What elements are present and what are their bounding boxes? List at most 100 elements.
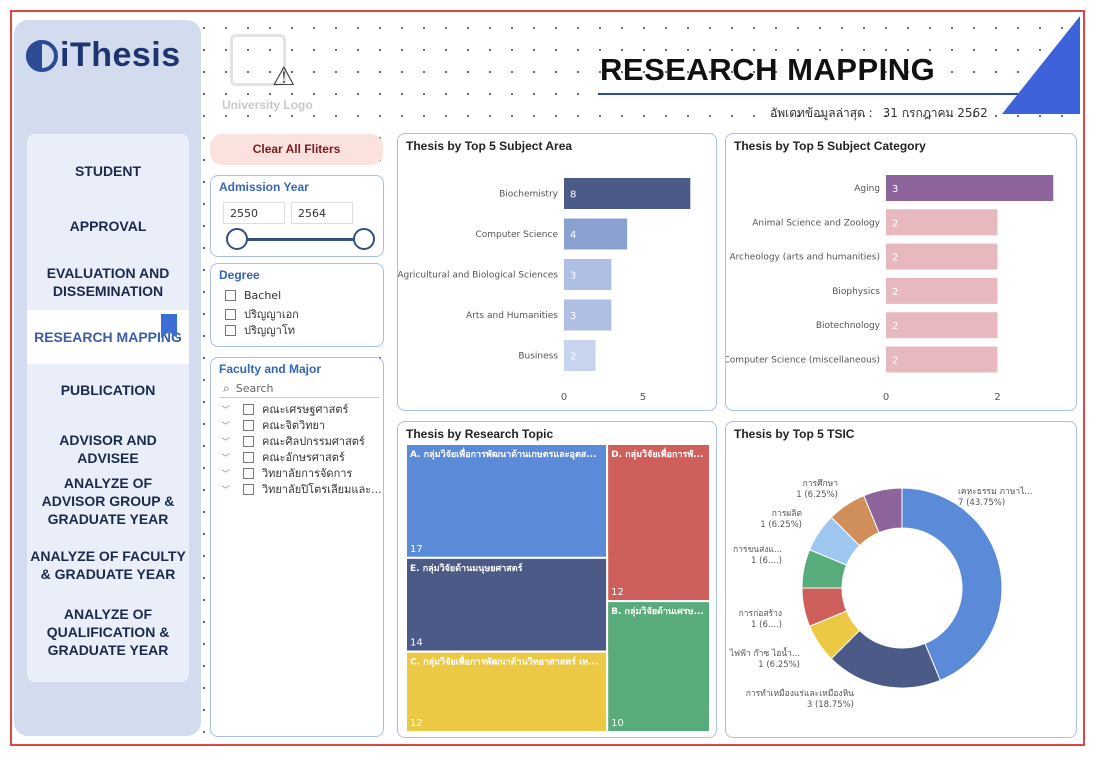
data-label: 3 bbox=[570, 271, 576, 282]
category-label: Computer Science (miscellaneous) bbox=[726, 356, 880, 366]
nav-item-research-mapping[interactable]: RESEARCH MAPPING bbox=[27, 310, 189, 364]
subject-area-svg: Biochemistry 8 Computer Science 4 Agricultur… bbox=[398, 178, 691, 403]
year-from-input[interactable]: 2550 bbox=[223, 202, 285, 224]
update-label: อัพเดทข้อมูลล่าสุด : bbox=[770, 106, 873, 120]
category-label: Computer Science bbox=[476, 230, 559, 240]
tick-label: 0 bbox=[561, 392, 567, 403]
treemap-value: 17 bbox=[410, 544, 423, 555]
subject-category-svg: Aging 3 Animal Science and Zoology 2 Archeol… bbox=[726, 175, 1054, 403]
chevron-down-icon[interactable]: ﹀ bbox=[221, 419, 235, 432]
faculty-title: Faculty and Major bbox=[219, 362, 322, 376]
checkbox[interactable] bbox=[243, 435, 254, 447]
category-label: Business bbox=[518, 352, 558, 362]
category-label: Aging bbox=[854, 184, 880, 194]
data-label: 2 bbox=[892, 321, 898, 332]
slice-value: 1 (6.25%) bbox=[796, 490, 838, 500]
degree-filter: Degree Bachel ปริญญาเอก ปริญญาโท bbox=[210, 263, 384, 347]
warning-icon: ⚠ bbox=[272, 62, 296, 92]
checkbox[interactable] bbox=[243, 403, 254, 415]
treemap-value: 14 bbox=[410, 638, 423, 649]
checkbox[interactable] bbox=[243, 419, 254, 431]
treemap-label: E. กลุ่มวิจัยด้านมนุษยศาสตร์ bbox=[410, 562, 523, 574]
degree-option[interactable]: ปริญญาโท bbox=[225, 321, 295, 339]
degree-option-label: ปริญญาโท bbox=[244, 324, 295, 337]
category-label: Agricultural and Biological Sciences bbox=[398, 271, 558, 281]
subject-category-chart: Thesis by Top 5 Subject Category Aging 3 A… bbox=[725, 133, 1077, 411]
update-info: อัพเดทข้อมูลล่าสุด : 31 กรกฎาคม 2562 bbox=[770, 104, 988, 123]
nav-item-student[interactable]: STUDENT bbox=[27, 162, 189, 180]
bar bbox=[564, 340, 596, 371]
bar bbox=[886, 312, 998, 339]
faculty-search-input[interactable]: ⌕ Search bbox=[219, 380, 379, 398]
year-slider-end-handle[interactable] bbox=[353, 228, 375, 250]
nav-item-analyze-advisor[interactable]: ANALYZE OF ADVISOR GROUP & GRADUATE YEAR bbox=[27, 474, 189, 528]
bar bbox=[886, 277, 998, 304]
faculty-item[interactable]: ﹀ วิทยาลัยปิโตรเลียมและ... bbox=[221, 480, 382, 498]
chevron-down-icon[interactable]: ﹀ bbox=[221, 483, 235, 496]
title-underline bbox=[598, 93, 1018, 95]
bar bbox=[886, 243, 998, 270]
category-label: Biochemistry bbox=[499, 190, 559, 200]
slice-value: 1 (6.25%) bbox=[760, 520, 802, 530]
checkbox[interactable] bbox=[243, 483, 254, 495]
data-label: 2 bbox=[892, 356, 898, 367]
slice-label: การก่อสร้าง bbox=[739, 608, 782, 619]
slice-value: 1 (6....) bbox=[751, 556, 782, 566]
data-label: 3 bbox=[892, 184, 898, 195]
degree-title: Degree bbox=[219, 268, 260, 282]
nav-item-analyze-faculty[interactable]: ANALYZE OF FACULTY & GRADUATE YEAR bbox=[27, 547, 189, 583]
university-logo: ⚠ University Logo bbox=[222, 32, 322, 112]
data-label: 8 bbox=[570, 190, 576, 201]
nav-item-analyze-qualification[interactable]: ANALYZE OF QUALIFICATION & GRADUATE YEAR bbox=[27, 605, 189, 659]
slice-value: 3 (18.75%) bbox=[807, 700, 854, 710]
category-label: Biotechnology bbox=[816, 321, 881, 331]
data-label: 3 bbox=[570, 311, 576, 322]
degree-option-label: Bachel bbox=[244, 289, 282, 302]
chevron-down-icon[interactable]: ﹀ bbox=[221, 467, 235, 480]
slice-label: ไฟฟ้า ก๊าซ ไอน้ำ... bbox=[729, 647, 800, 659]
tsic-svg: เคหะธรรม ภาษาไ...7 (43.75%) การทำเหมืองแร… bbox=[729, 479, 1033, 710]
checkbox[interactable] bbox=[225, 308, 236, 320]
nav-item-approval[interactable]: APPROVAL bbox=[27, 217, 189, 235]
chevron-down-icon[interactable]: ﹀ bbox=[221, 403, 235, 416]
clear-filters-button[interactable]: Clear All Fliters bbox=[210, 134, 383, 165]
category-label: Arts and Humanities bbox=[466, 311, 558, 321]
page-title: RESEARCH MAPPING bbox=[600, 52, 936, 87]
data-label: 4 bbox=[570, 230, 576, 241]
checkbox[interactable] bbox=[225, 324, 236, 336]
chevron-down-icon[interactable]: ﹀ bbox=[221, 451, 235, 464]
degree-option[interactable]: Bachel bbox=[225, 289, 281, 302]
research-topic-chart: Thesis by Research Topic A. กลุ่มวิจัยเพ… bbox=[397, 421, 717, 738]
checkbox[interactable] bbox=[225, 290, 236, 301]
faculty-major-filter: Faculty and Major ⌕ Search ﹀ คณะเศรษฐศาสต… bbox=[210, 357, 384, 737]
nav-item-advisor[interactable]: ADVISOR AND ADVISEE bbox=[27, 431, 189, 467]
sidebar-nav: STUDENT APPROVAL EVALUATION AND DISSEMIN… bbox=[27, 134, 189, 682]
faculty-item-label: วิทยาลัยปิโตรเลียมและ... bbox=[262, 483, 382, 496]
admission-year-title: Admission Year bbox=[219, 180, 309, 194]
slice-label: การศึกษา bbox=[803, 479, 838, 489]
tick-label: 0 bbox=[883, 392, 889, 403]
chevron-down-icon[interactable]: ﹀ bbox=[221, 435, 235, 448]
bar bbox=[564, 178, 691, 209]
tick-label: 5 bbox=[640, 392, 646, 403]
slice-value: 1 (6.25%) bbox=[758, 660, 800, 670]
bar bbox=[886, 175, 1054, 201]
category-label: Archeology (arts and humanities) bbox=[729, 253, 880, 263]
nav-item-evaluation[interactable]: EVALUATION AND DISSEMINATION bbox=[27, 264, 189, 300]
slice-label: การขนส่งแ... bbox=[733, 545, 782, 555]
slice-label: การทำเหมืองแร่และเหมืองหิน bbox=[746, 688, 854, 699]
treemap-cell bbox=[606, 600, 712, 733]
update-date: 31 กรกฎาคม 2562 bbox=[882, 106, 988, 120]
nav-item-publication[interactable]: PUBLICATION bbox=[27, 381, 189, 399]
search-placeholder: Search bbox=[235, 382, 274, 395]
slice-label: การผลิต bbox=[772, 509, 802, 519]
checkbox[interactable] bbox=[243, 467, 254, 479]
year-slider-start-handle[interactable] bbox=[226, 228, 248, 250]
treemap-value: 12 bbox=[410, 718, 423, 729]
slice-value: 1 (6....) bbox=[751, 620, 782, 630]
checkbox[interactable] bbox=[243, 451, 254, 463]
year-to-input[interactable]: 2564 bbox=[291, 202, 353, 224]
category-label: Animal Science and Zoology bbox=[752, 218, 880, 228]
data-label: 2 bbox=[892, 287, 898, 298]
slice-label: เคหะธรรม ภาษาไ... bbox=[958, 486, 1033, 497]
